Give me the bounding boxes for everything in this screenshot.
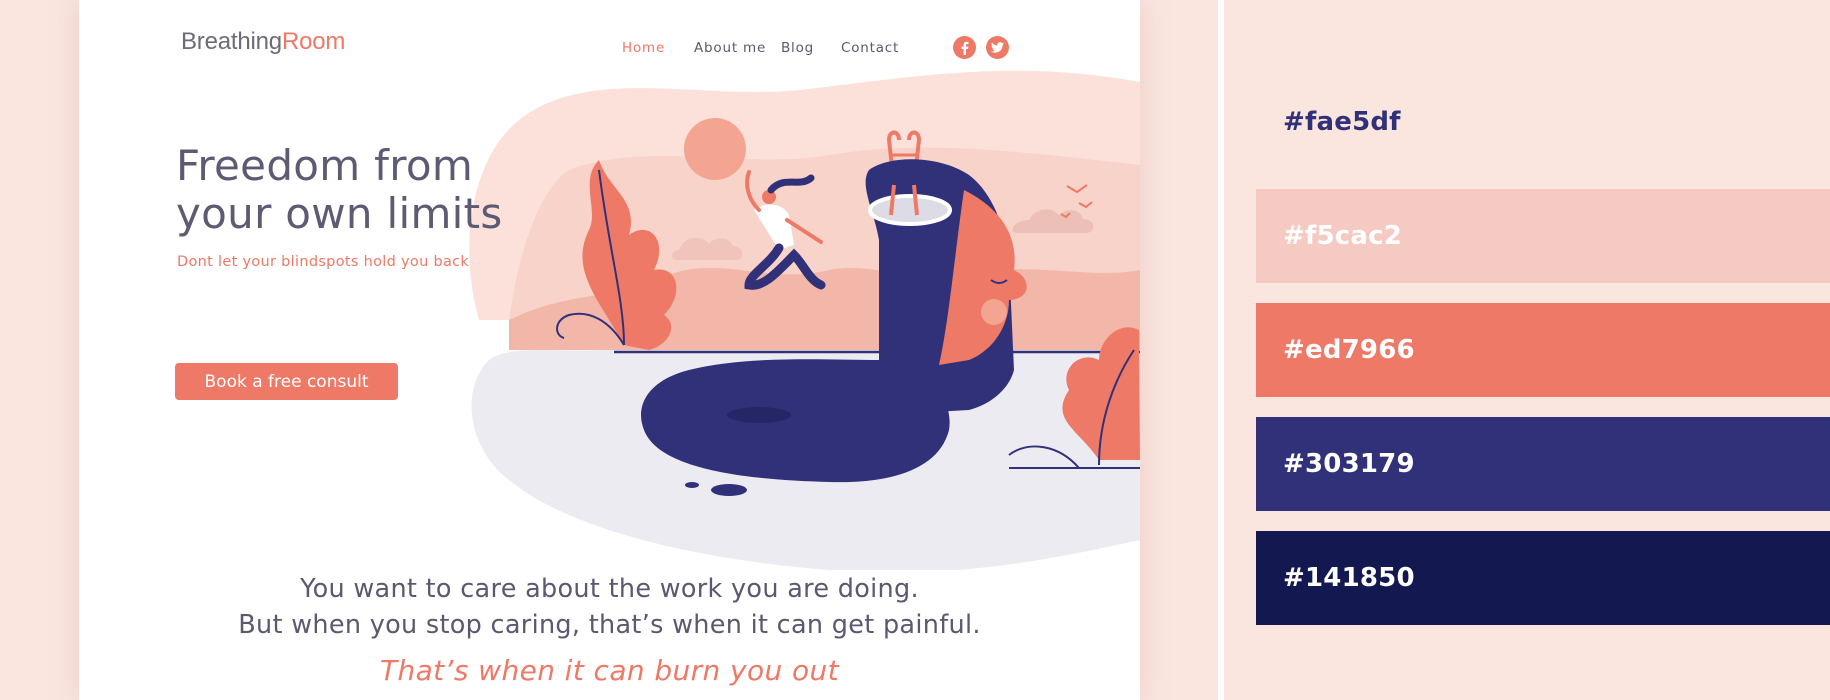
swatch-303179: #303179 <box>1256 417 1830 511</box>
hero-illustration <box>469 70 1140 570</box>
nav-contact[interactable]: Contact <box>841 40 899 56</box>
swatch-label: #303179 <box>1283 449 1415 479</box>
logo-text-breathing: Breathing <box>181 28 282 55</box>
book-consult-button[interactable]: Book a free consult <box>175 363 398 400</box>
hero-title: Freedom from your own limits <box>176 141 503 238</box>
facebook-icon[interactable] <box>953 36 976 59</box>
swatch-label: #ed7966 <box>1283 335 1415 365</box>
body-text-line-1: You want to care about the work you are … <box>300 574 919 604</box>
body-text-line-2: But when you stop caring, that’s when it… <box>238 610 981 640</box>
swatch-label: #fae5df <box>1283 107 1401 137</box>
panel-divider <box>1218 0 1224 700</box>
twitter-glyph <box>991 42 1004 53</box>
swatch-label: #f5cac2 <box>1283 221 1403 251</box>
swatch-f5cac2: #f5cac2 <box>1256 189 1830 283</box>
swatch-label: #141850 <box>1283 563 1415 593</box>
sun-icon <box>684 118 746 180</box>
website-preview: BreathingRoom Home About me Blog Contact <box>79 0 1140 700</box>
swatch-ed7966: #ed7966 <box>1256 303 1830 397</box>
nav-home[interactable]: Home <box>622 40 665 56</box>
facebook-glyph <box>961 41 969 55</box>
logo-text-room: Room <box>281 28 346 55</box>
hero-subtitle: Dont let your blindspots hold you back <box>177 254 470 270</box>
site-logo[interactable]: BreathingRoom <box>181 28 345 56</box>
swatch-fae5df: #fae5df <box>1256 75 1830 169</box>
emphasis-text: That’s when it can burn you out <box>379 654 840 687</box>
swatch-141850: #141850 <box>1256 531 1830 625</box>
nav-blog[interactable]: Blog <box>781 40 814 56</box>
nav-about-me[interactable]: About me <box>694 40 766 56</box>
twitter-icon[interactable] <box>986 36 1009 59</box>
